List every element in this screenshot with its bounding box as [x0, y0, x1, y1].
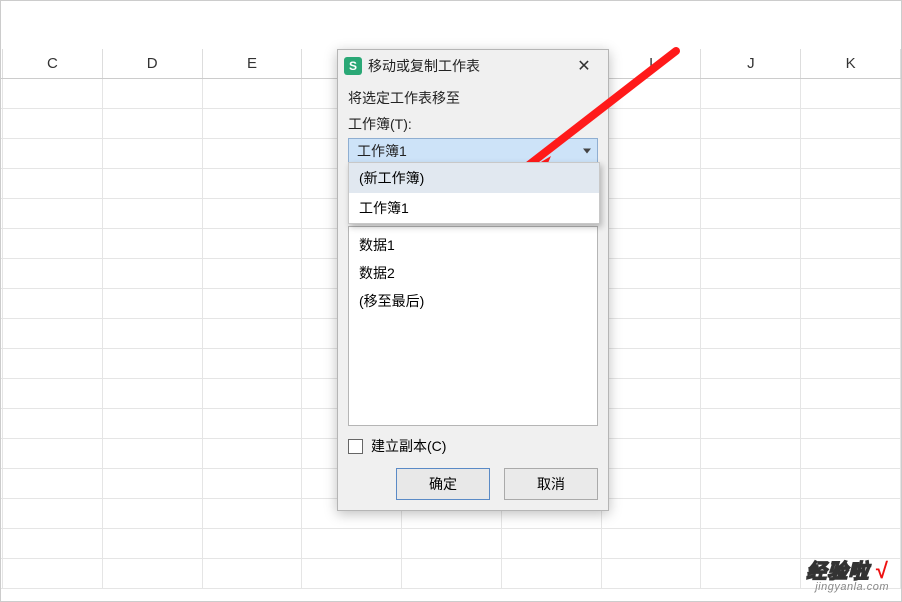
dialog-titlebar[interactable]: S 移动或复制工作表 ✕	[338, 50, 608, 82]
watermark: 经验啦 √ jingyanla.com	[806, 560, 889, 593]
col-header[interactable]: C	[3, 49, 103, 78]
list-item[interactable]: 数据2	[349, 259, 597, 287]
col-header[interactable]: K	[801, 49, 901, 78]
create-copy-checkbox[interactable]: 建立副本(C)	[348, 436, 598, 456]
combo-value: 工作簿1	[357, 141, 407, 161]
list-item[interactable]: 数据1	[349, 231, 597, 259]
move-copy-sheet-dialog: S 移动或复制工作表 ✕ 将选定工作表移至 工作簿(T): 工作簿1 数据1 数…	[337, 49, 609, 511]
cancel-button[interactable]: 取消	[504, 468, 598, 500]
dropdown-item-new-workbook[interactable]: (新工作簿)	[349, 163, 599, 193]
col-header[interactable]: D	[103, 49, 203, 78]
checkbox-label: 建立副本(C)	[371, 436, 446, 456]
close-icon: ✕	[577, 56, 590, 76]
app-icon: S	[344, 57, 362, 75]
dialog-title: 移动或复制工作表	[368, 56, 564, 76]
watermark-url: jingyanla.com	[806, 582, 889, 593]
dialog-buttons: 确定 取消	[348, 468, 598, 500]
check-icon: √	[876, 558, 889, 583]
col-header[interactable]: E	[203, 49, 303, 78]
workbook-combobox[interactable]: 工作簿1	[348, 138, 598, 164]
col-header[interactable]: I	[602, 49, 702, 78]
watermark-text: 经验啦	[806, 561, 869, 583]
move-to-label: 将选定工作表移至	[348, 88, 598, 108]
col-header[interactable]: J	[701, 49, 801, 78]
dropdown-item-workbook1[interactable]: 工作簿1	[349, 193, 599, 223]
list-item[interactable]: (移至最后)	[349, 287, 597, 315]
grid-row[interactable]	[1, 529, 901, 559]
grid-row[interactable]	[1, 559, 901, 589]
sheet-position-listbox[interactable]: 数据1 数据2 (移至最后)	[348, 226, 598, 426]
ok-button[interactable]: 确定	[396, 468, 490, 500]
workbook-label: 工作簿(T):	[348, 114, 598, 134]
checkbox-icon	[348, 439, 363, 454]
dialog-body: 将选定工作表移至 工作簿(T): 工作簿1 数据1 数据2 (移至最后) 建立副…	[338, 82, 608, 510]
chevron-down-icon	[583, 149, 591, 154]
close-button[interactable]: ✕	[564, 53, 604, 79]
workbook-dropdown-list[interactable]: (新工作簿) 工作簿1	[348, 162, 600, 224]
